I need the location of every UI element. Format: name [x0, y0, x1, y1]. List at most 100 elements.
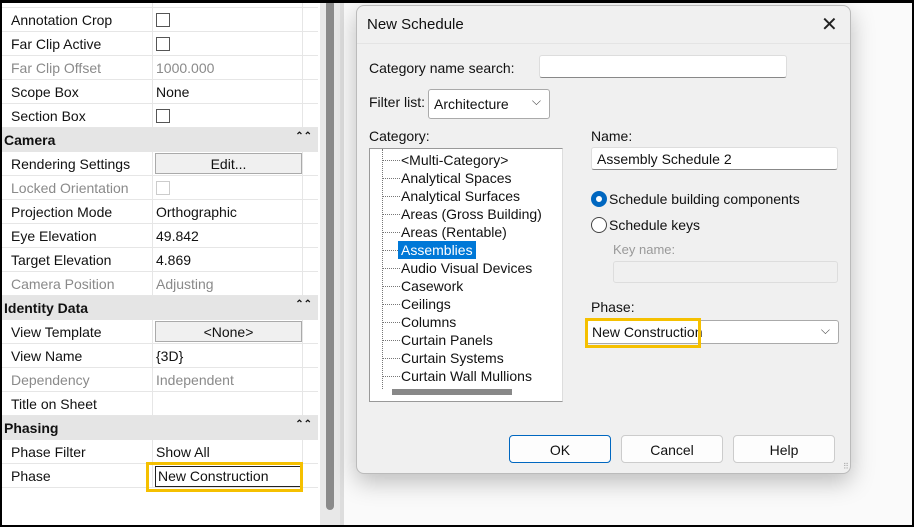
- annotation-crop-checkbox[interactable]: [156, 13, 170, 27]
- help-button[interactable]: Help: [733, 435, 835, 463]
- edit-button[interactable]: Edit...: [155, 153, 302, 174]
- category-item-label: Areas (Rentable): [401, 224, 507, 240]
- scrollbar-thumb[interactable]: [326, 0, 334, 510]
- category-search-input[interactable]: [539, 55, 787, 78]
- property-label: Camera Position: [11, 276, 115, 292]
- category-item[interactable]: Ceilings: [370, 295, 550, 313]
- scope-box-value[interactable]: None: [152, 80, 303, 104]
- property-row-view-name: View Name {3D}: [0, 344, 318, 368]
- resize-grip-icon[interactable]: ⠿: [843, 462, 849, 471]
- collapse-icon[interactable]: ⌃⌃: [295, 299, 312, 310]
- category-item-label: Casework: [401, 278, 464, 294]
- property-row-section-box: Section Box: [0, 104, 318, 128]
- schedule-components-radio[interactable]: [591, 191, 607, 207]
- phase-highlight: [146, 462, 303, 492]
- list-horizontal-scrollbar-thumb[interactable]: [392, 389, 512, 395]
- property-row-phase-filter: Phase Filter Show All: [0, 440, 318, 464]
- category-item[interactable]: Areas (Rentable): [370, 223, 550, 241]
- properties-scrollbar[interactable]: [320, 0, 340, 527]
- property-row-far-clip-offset: Far Clip Offset 1000.000: [0, 56, 318, 80]
- eye-elevation-value[interactable]: 49.842: [152, 224, 303, 248]
- property-row-projection-mode: Projection Mode Orthographic: [0, 200, 318, 224]
- property-label: Rendering Settings: [11, 156, 131, 172]
- section-phasing[interactable]: Phasing ⌃⌃: [0, 416, 318, 440]
- dialog-title: New Schedule: [367, 16, 464, 33]
- property-row-target-elevation: Target Elevation 4.869: [0, 248, 318, 272]
- schedule-keys-radio[interactable]: [591, 217, 607, 233]
- category-item-label: <Multi-Category>: [401, 152, 509, 168]
- category-item[interactable]: Curtain Wall Mullions: [370, 367, 550, 385]
- category-item-label: Analytical Surfaces: [401, 188, 521, 204]
- category-list[interactable]: <Multi-Category> Analytical Spaces Analyti…: [369, 148, 563, 402]
- section-title: Identity Data: [4, 300, 89, 316]
- category-item[interactable]: Areas (Gross Building): [370, 205, 550, 223]
- category-item-label: Ceilings: [401, 296, 451, 312]
- key-name-label: Key name:: [613, 242, 676, 257]
- category-item[interactable]: Audio Visual Devices: [370, 259, 550, 277]
- category-item-label: Audio Visual Devices: [401, 260, 533, 276]
- projection-mode-value[interactable]: Orthographic: [152, 200, 303, 224]
- property-label: Far Clip Offset: [11, 60, 101, 76]
- section-title: Camera: [4, 132, 56, 148]
- property-label: Projection Mode: [11, 204, 113, 220]
- phase-highlight: [585, 318, 701, 348]
- category-item[interactable]: Curtain Panels: [370, 331, 550, 349]
- filter-list-value: Architecture: [434, 96, 509, 112]
- far-clip-active-checkbox[interactable]: [156, 37, 170, 51]
- dependency-value: Independent: [152, 368, 303, 392]
- schedule-keys-label[interactable]: Schedule keys: [609, 217, 700, 233]
- section-identity-data[interactable]: Identity Data ⌃⌃: [0, 296, 318, 320]
- category-item-label: Curtain Wall Mullions: [401, 368, 532, 384]
- property-row-locked-orientation: Locked Orientation: [0, 176, 318, 200]
- category-item[interactable]: Casework: [370, 277, 550, 295]
- section-box-checkbox[interactable]: [156, 109, 170, 123]
- collapse-icon[interactable]: ⌃⌃: [295, 131, 312, 142]
- target-elevation-value[interactable]: 4.869: [152, 248, 303, 272]
- locked-orientation-checkbox: [156, 181, 170, 195]
- category-item[interactable]: Curtain Systems: [370, 349, 550, 367]
- ok-button[interactable]: OK: [509, 435, 611, 463]
- new-schedule-dialog: New Schedule ✕ Category name search: Fil…: [356, 5, 851, 474]
- category-item-label: Assemblies: [398, 241, 476, 259]
- section-camera[interactable]: Camera ⌃⌃: [0, 128, 318, 152]
- category-item-label: Curtain Panels: [401, 332, 493, 348]
- property-row-rendering-settings: Rendering Settings Edit...: [0, 152, 318, 176]
- property-row-partial: [0, 0, 318, 8]
- section-title: Phasing: [4, 420, 59, 436]
- property-row-scope-box: Scope Box None: [0, 80, 318, 104]
- category-item-label: Curtain Systems: [401, 350, 504, 366]
- category-item-label: Areas (Gross Building): [401, 206, 542, 222]
- chevron-down-icon: ⌵: [531, 94, 541, 108]
- category-item[interactable]: Assemblies: [370, 241, 550, 259]
- view-name-value[interactable]: {3D}: [152, 344, 303, 368]
- property-label: Eye Elevation: [11, 228, 97, 244]
- property-label: Title on Sheet: [11, 396, 97, 412]
- name-input[interactable]: Assembly Schedule 2: [591, 147, 838, 170]
- key-name-input: [613, 261, 838, 283]
- property-row-title-on-sheet: Title on Sheet: [0, 392, 318, 416]
- title-on-sheet-value[interactable]: [152, 392, 303, 416]
- category-item[interactable]: Columns: [370, 313, 550, 331]
- category-search-label: Category name search:: [369, 60, 515, 76]
- property-label: Far Clip Active: [11, 36, 102, 52]
- category-item[interactable]: <Multi-Category>: [370, 151, 550, 169]
- property-label: Phase: [11, 468, 51, 484]
- close-icon[interactable]: ✕: [821, 12, 838, 37]
- property-label: Section Box: [11, 108, 86, 124]
- category-item[interactable]: Analytical Spaces: [370, 169, 550, 187]
- category-item[interactable]: Analytical Surfaces: [370, 187, 550, 205]
- category-item-label: Columns: [401, 314, 457, 330]
- phase-filter-value[interactable]: Show All: [152, 440, 303, 464]
- property-label: Dependency: [11, 372, 90, 388]
- view-template-button[interactable]: <None>: [155, 321, 302, 342]
- cancel-button[interactable]: Cancel: [621, 435, 723, 463]
- filter-list-select[interactable]: Architecture ⌵: [428, 89, 550, 119]
- properties-panel: Annotation Crop Far Clip Active Far Clip…: [0, 0, 318, 527]
- collapse-icon[interactable]: ⌃⌃: [295, 419, 312, 430]
- schedule-components-label[interactable]: Schedule building components: [609, 191, 800, 207]
- property-label: Scope Box: [11, 84, 79, 100]
- property-label: Target Elevation: [11, 252, 112, 268]
- filter-list-label: Filter list:: [369, 94, 425, 110]
- chevron-down-icon: ⌵: [820, 323, 830, 337]
- name-label: Name:: [591, 128, 633, 144]
